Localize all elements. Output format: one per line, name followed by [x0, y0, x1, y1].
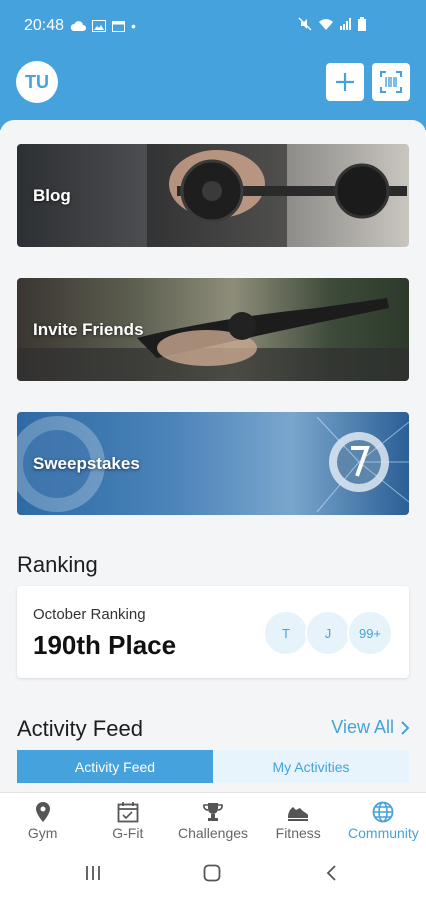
trophy-icon [203, 803, 223, 821]
view-all-link[interactable]: View All [331, 717, 410, 738]
system-nav-bar [0, 848, 426, 900]
nav-label: Community [348, 825, 419, 841]
tab-activity-feed[interactable]: Activity Feed [17, 750, 213, 783]
invite-friends-banner[interactable]: Invite Friends [17, 278, 409, 381]
ranking-avatar-bubble: T [263, 610, 309, 656]
banner-title: Blog [33, 185, 71, 205]
status-left-icons: • [70, 18, 136, 34]
barbell-photo [147, 144, 407, 247]
banner-title: Invite Friends [33, 319, 144, 339]
signal-icon [340, 18, 351, 30]
ranking-subtitle: October Ranking [33, 606, 146, 623]
wifi-icon [319, 18, 333, 30]
ranking-card[interactable]: October Ranking 190th Place T J 99+ [17, 586, 409, 678]
nav-g-fit[interactable]: G-Fit [85, 793, 170, 848]
status-bar: 20:48 • [0, 0, 426, 50]
tab-my-activities[interactable]: My Activities [213, 750, 409, 783]
barcode-scan-icon [380, 71, 402, 93]
status-right-icons [298, 17, 366, 31]
nav-label: G-Fit [112, 825, 144, 841]
ranking-section-title: Ranking [17, 552, 98, 577]
image-icon [92, 20, 106, 32]
view-all-label: View All [331, 717, 394, 737]
plus-icon [336, 73, 354, 91]
calendar-icon [117, 802, 139, 823]
scan-button[interactable] [372, 63, 410, 101]
bottom-nav: Gym G-Fit Challenges Fitness Community [0, 792, 426, 848]
status-time: 20:48 [24, 17, 65, 34]
activity-section-title: Activity Feed [17, 716, 143, 741]
nav-community[interactable]: Community [341, 793, 426, 848]
blog-banner[interactable]: Blog [17, 144, 409, 247]
status-dot: • [131, 18, 136, 34]
add-button[interactable] [326, 63, 364, 101]
nav-challenges[interactable]: Challenges [170, 793, 255, 848]
app-header: 20:48 • TU [0, 0, 426, 130]
cloud-icon [70, 21, 86, 31]
mute-icon [298, 17, 312, 31]
nav-fitness[interactable]: Fitness [256, 793, 341, 848]
nav-label: Fitness [275, 825, 321, 841]
back-icon[interactable] [324, 864, 338, 882]
sweepstakes-banner[interactable]: Sweepstakes [17, 412, 409, 515]
calendar-status-icon [112, 21, 125, 32]
ranking-avatar-bubble: J [305, 610, 351, 656]
avatar[interactable]: TU [16, 61, 58, 103]
chevron-right-icon [401, 720, 410, 735]
shoe-icon [288, 807, 309, 821]
nav-label: Challenges [177, 825, 249, 841]
globe-icon [373, 801, 394, 823]
activity-tabs: Activity Feed My Activities [17, 750, 409, 783]
banner-title: Sweepstakes [33, 453, 140, 473]
nav-gym[interactable]: Gym [0, 793, 85, 848]
nav-label: Gym [27, 825, 58, 841]
home-icon[interactable] [203, 864, 221, 882]
recent-apps-icon[interactable] [84, 864, 102, 882]
battery-icon [358, 17, 366, 31]
ranking-more-bubble: 99+ [347, 610, 393, 656]
location-pin-icon [35, 802, 50, 822]
main-content: Blog Invite Friends Sweepstakes Ranking … [0, 120, 426, 792]
ranking-place: 190th Place [33, 630, 177, 660]
